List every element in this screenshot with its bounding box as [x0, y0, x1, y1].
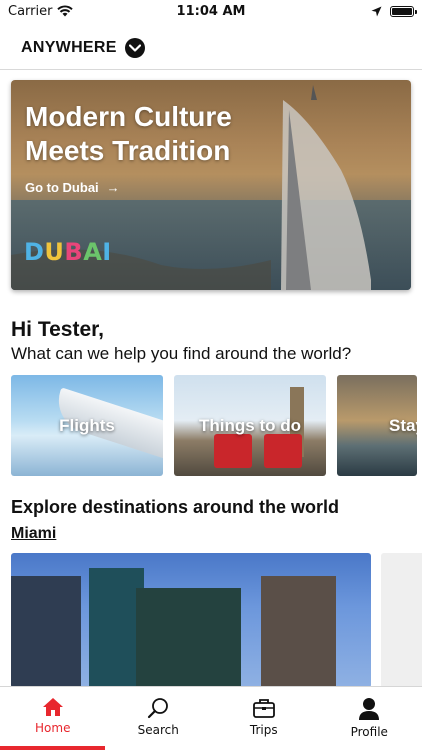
tab-bar: Home Search Trips Profile — [0, 686, 422, 750]
search-icon — [148, 698, 169, 719]
battery-icon — [390, 5, 417, 17]
active-tab-indicator — [0, 746, 105, 750]
building-image — [261, 576, 336, 688]
destination-card-next[interactable] — [381, 553, 422, 688]
tab-trips[interactable]: Trips — [211, 687, 317, 750]
greeting-title: Hi Tester, — [11, 318, 104, 341]
category-label: Stay — [389, 415, 417, 435]
greeting-subtitle: What can we help you find around the wor… — [11, 344, 352, 363]
explore-section-title: Explore destinations around the world — [11, 497, 340, 517]
dubai-logo: DUBAI — [24, 238, 112, 266]
arrow-right-icon: → — [106, 180, 120, 195]
tab-profile[interactable]: Profile — [317, 687, 422, 750]
tab-home[interactable]: Home — [0, 687, 106, 750]
category-label: Things to do — [199, 415, 301, 435]
hero-banner[interactable]: Modern Culture Meets Tradition Go to Dub… — [11, 80, 411, 290]
bus-image — [264, 434, 302, 468]
location-selector-label[interactable]: ANYWHERE — [21, 39, 117, 57]
status-left: Carrier — [8, 3, 74, 19]
profile-icon — [359, 698, 380, 720]
tab-label: Search — [137, 723, 179, 737]
status-right — [371, 5, 417, 17]
go-to-dubai-link[interactable]: Go to Dubai → — [25, 180, 120, 195]
hero-title: Modern Culture Meets Tradition — [25, 101, 232, 166]
city-link-miami[interactable]: Miami — [11, 525, 56, 543]
wifi-icon — [57, 5, 74, 17]
carrier-label: Carrier — [8, 3, 53, 19]
status-time: 11:04 AM — [176, 4, 246, 19]
tab-search[interactable]: Search — [106, 687, 212, 750]
building-image — [136, 588, 241, 688]
category-label: Flights — [59, 415, 115, 435]
category-card-things-to-do[interactable]: Things to do — [174, 375, 326, 476]
destination-card-miami[interactable] — [11, 553, 371, 688]
header: ANYWHERE — [0, 26, 422, 70]
bus-image — [214, 434, 252, 468]
hero-link-label: Go to Dubai — [25, 180, 99, 195]
location-arrow-icon — [371, 6, 382, 16]
chevron-down-icon[interactable] — [124, 37, 145, 58]
suitcase-icon — [252, 699, 275, 718]
status-bar: Carrier 11:04 AM — [0, 0, 422, 22]
tab-label: Trips — [249, 723, 278, 737]
tab-label: Profile — [350, 725, 388, 739]
category-card-stay[interactable]: Stay — [337, 375, 417, 476]
building-image — [11, 576, 81, 688]
tab-label: Home — [35, 721, 71, 735]
category-card-flights[interactable]: Flights — [11, 375, 163, 476]
home-icon — [42, 698, 63, 716]
category-cards: Flights Things to do Stay — [11, 375, 417, 476]
